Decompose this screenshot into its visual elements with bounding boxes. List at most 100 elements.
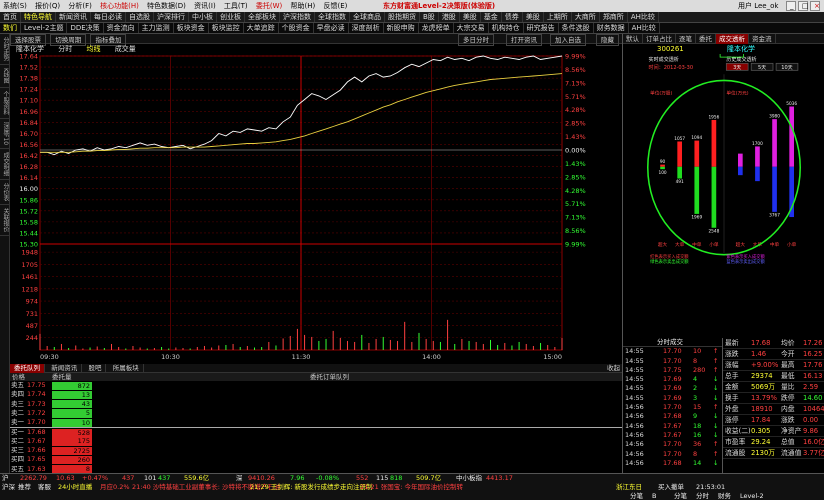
nav2-item[interactable]: 板块资金 [174, 23, 209, 33]
menu-item-help[interactable]: 帮助(H) [288, 0, 319, 12]
sidebar-item[interactable]: K线图 [0, 65, 10, 88]
nav-item[interactable]: 特色导航 [21, 12, 56, 22]
nav2-item[interactable]: 财务数据 [594, 23, 629, 33]
nav-item[interactable]: AH比较 [628, 12, 659, 22]
nav2-item[interactable]: 机构持仓 [489, 23, 524, 33]
order-book-row[interactable]: 卖二 17.72 5 [10, 409, 622, 418]
nav-item[interactable]: 股指期货 [385, 12, 420, 22]
menu-item-news[interactable]: 资讯(I) [191, 0, 219, 12]
nav-item[interactable]: 新闻资讯 [56, 12, 91, 22]
order-book-row[interactable]: 买二 17.67 175 [10, 437, 622, 446]
nav2-item[interactable]: 板块监控 [209, 23, 244, 33]
right-tab[interactable]: 委托 [696, 34, 716, 44]
nav2-item[interactable]: 大单追踪 [244, 23, 279, 33]
menu-item-system[interactable]: 系统(S) [0, 0, 30, 12]
right-tab[interactable]: 资金流 [749, 34, 776, 44]
bottom-tab[interactable]: B [652, 492, 656, 500]
nav-item[interactable]: 全球商品 [350, 12, 385, 22]
order-book-row[interactable]: 卖三 17.73 43 [10, 400, 622, 409]
nav2-item[interactable]: 早盘必读 [314, 23, 349, 33]
sidebar-item[interactable]: 分价表 [0, 180, 10, 206]
nav2-item[interactable]: 条件选股 [559, 23, 594, 33]
tab-volume[interactable]: 成交量 [109, 44, 142, 54]
news-ticker-item[interactable]: 推荐 [18, 483, 31, 492]
bottom-tab[interactable]: Level-2 [740, 492, 764, 500]
menu-item-core[interactable]: 核心功能(H) [97, 0, 142, 12]
nav2-item[interactable]: AH比较 [629, 23, 660, 33]
nav2-item[interactable]: 大宗交易 [454, 23, 489, 33]
nav-item[interactable]: 全部板块 [245, 12, 280, 22]
right-tab[interactable]: 订单占比 [643, 34, 676, 44]
nav-item[interactable]: 美股 [523, 12, 544, 22]
menu-item-analysis[interactable]: 分析(F) [65, 0, 95, 12]
nav-item[interactable]: 美股 [460, 12, 481, 22]
sidebar-item[interactable]: 深度F10 [0, 119, 10, 150]
close-icon[interactable]: × [810, 1, 820, 11]
bottom-tab[interactable]: 分时 [696, 492, 709, 500]
tab-forum[interactable]: 股吧 [84, 364, 107, 373]
bottom-tab[interactable]: 财务 [718, 492, 731, 500]
right-tab[interactable]: 默认 [623, 34, 643, 44]
book-toggle[interactable]: 收起 [607, 364, 620, 373]
right-tab[interactable]: 成交透析 [716, 34, 749, 44]
order-book-row[interactable]: 买四 17.65 260 [10, 455, 622, 465]
nav2-item[interactable]: 深度剖析 [349, 23, 384, 33]
menu-item-special-data[interactable]: 特色数据(D) [144, 0, 189, 12]
order-book-row[interactable]: 卖五 17.75 872 [10, 381, 622, 390]
nav-item[interactable]: 沪深指数 [280, 12, 315, 22]
news-ticker-item[interactable]: 月应0.2% [100, 483, 130, 492]
nav-item[interactable]: 基金 [481, 12, 502, 22]
nav2-item[interactable]: DDE决策 [67, 23, 104, 33]
nav-item[interactable]: 郑商所 [600, 12, 628, 22]
nav2-item[interactable]: 研究报告 [524, 23, 559, 33]
sidebar-item[interactable]: 分时走势 [0, 34, 10, 65]
nav-item[interactable]: B股 [420, 12, 439, 22]
nav-item[interactable]: 自选股 [126, 12, 154, 22]
sidebar-item[interactable]: 个股资料 [0, 88, 10, 119]
maximize-icon[interactable]: □ [798, 1, 809, 11]
nav-item[interactable]: 上期所 [544, 12, 572, 22]
nav2-item[interactable]: 数们 [0, 23, 21, 33]
news-ticker-item[interactable]: 24小时直播 [58, 483, 92, 492]
nav2-item[interactable]: 主力监测 [139, 23, 174, 33]
tab-news[interactable]: 新闻资讯 [47, 364, 83, 373]
news-ticker-item[interactable]: 客服 [38, 483, 51, 492]
nav-item[interactable]: 债券 [502, 12, 523, 22]
order-book-row[interactable]: 买三 17.66 2725 [10, 446, 622, 455]
menu-item-trade[interactable]: 委托(W) [253, 0, 285, 12]
nav-item[interactable]: 大商所 [572, 12, 600, 22]
sidebar-item[interactable]: 关联报价 [0, 205, 10, 237]
bottom-tab[interactable]: 分笔 [674, 492, 687, 500]
nav-item[interactable]: 沪深排行 [154, 12, 189, 22]
news-ticker-item[interactable]: 沪深 [2, 483, 15, 492]
nav-item[interactable]: 每日必读 [91, 12, 126, 22]
nav2-item[interactable]: 龙虎榜单 [419, 23, 454, 33]
sidebar-item[interactable]: 成交明细 [0, 149, 10, 181]
nav2-item[interactable]: 新股申购 [384, 23, 419, 33]
right-tab[interactable]: 逐笔 [676, 34, 696, 44]
nav2-item[interactable]: Level-2主题 [21, 23, 68, 33]
menu-item-tools[interactable]: 工具(T) [221, 0, 251, 12]
order-book-row[interactable]: 卖一 17.70 10 [10, 418, 622, 427]
nav-item[interactable]: 中小板 [189, 12, 217, 22]
menu-item-quote[interactable]: 报价(Q) [32, 0, 63, 12]
tab-intraday[interactable]: 分时 [52, 44, 78, 54]
news-ticker-item[interactable]: 21:53:01 [696, 483, 725, 492]
nav-item[interactable]: 港股 [439, 12, 460, 22]
news-ticker-item[interactable]: 21:29 王剑辉: 新股发行成绩步走向注册制 [250, 483, 373, 492]
order-book-row[interactable]: 买一 17.68 528 [10, 427, 622, 438]
bottom-tab[interactable]: 分笔 [630, 492, 643, 500]
nav-item[interactable]: 首页 [0, 12, 21, 22]
nav-item[interactable]: 全球指数 [315, 12, 350, 22]
minimize-icon[interactable]: _ [786, 1, 796, 11]
news-ticker-item[interactable]: 21:21 张国宝: 今年国际油价控制转 [360, 483, 463, 492]
news-ticker-item[interactable]: 买入撤单 [658, 483, 684, 492]
news-ticker-item[interactable]: 浙江东日 [616, 483, 642, 492]
tab-order-queue[interactable]: 委托队列 [10, 364, 45, 373]
nav2-item[interactable]: 个股资金 [279, 23, 314, 33]
order-book-row[interactable]: 卖四 17.74 13 [10, 390, 622, 400]
nav-item[interactable]: 创业板 [217, 12, 245, 22]
menu-item-feedback[interactable]: 反馈(E) [321, 0, 351, 12]
tab-moving-avg[interactable]: 均线 [80, 44, 106, 54]
tab-sector[interactable]: 所属板块 [109, 364, 144, 373]
